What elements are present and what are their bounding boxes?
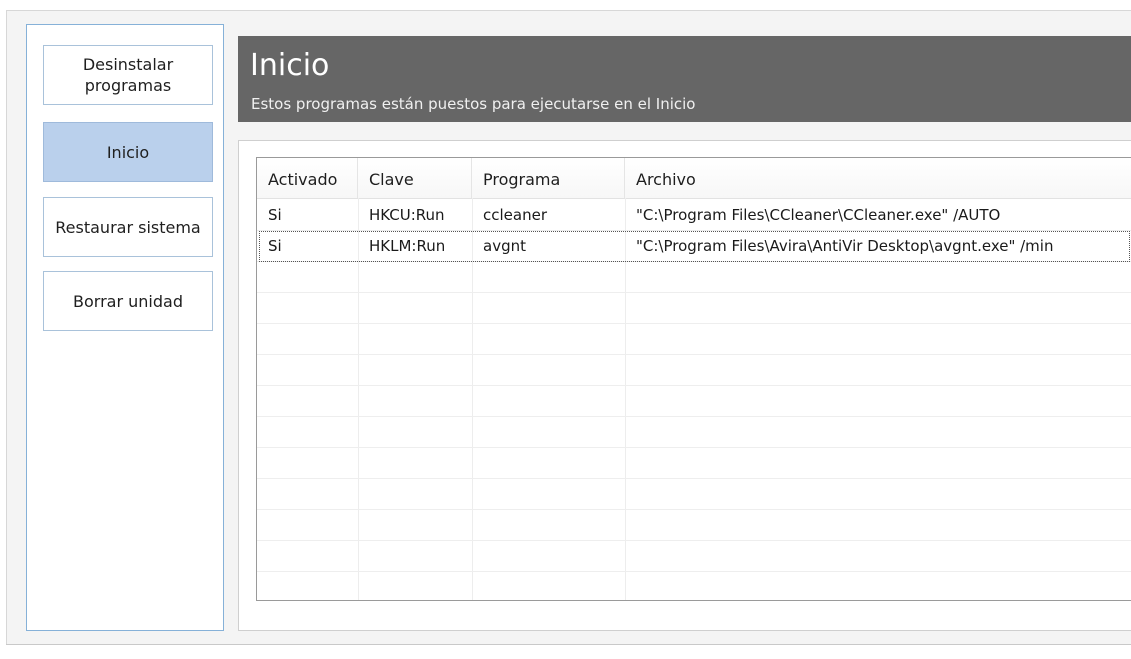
empty-row [257, 541, 1131, 572]
sidebar-item-label: Desinstalar programas [82, 55, 174, 95]
page-subtitle: Estos programas están puestos para ejecu… [251, 95, 696, 113]
sidebar-item-desinstalar-programas[interactable]: Desinstalar programas [43, 45, 213, 105]
cell-programa: avgnt [483, 237, 526, 255]
cell-activado: Si [268, 206, 282, 224]
empty-row [257, 572, 1131, 600]
empty-row [257, 386, 1131, 417]
sidebar-item-restaurar-sistema[interactable]: Restaurar sistema [43, 197, 213, 257]
empty-row [257, 510, 1131, 541]
empty-row [257, 324, 1131, 355]
sidebar: Desinstalar programas Inicio Restaurar s… [26, 24, 224, 631]
cell-clave: HKCU:Run [369, 206, 445, 224]
empty-row [257, 479, 1131, 510]
column-header-archivo[interactable]: Archivo [625, 158, 1131, 198]
column-header-programa[interactable]: Programa [472, 158, 625, 198]
cell-archivo: "C:\Program Files\Avira\AntiVir Desktop\… [636, 237, 1054, 255]
sidebar-item-label: Restaurar sistema [55, 217, 201, 237]
cell-clave: HKLM:Run [369, 237, 446, 255]
empty-row [257, 448, 1131, 479]
table-row[interactable]: Si HKCU:Run ccleaner "C:\Program Files\C… [257, 200, 1131, 231]
sidebar-item-inicio[interactable]: Inicio [43, 122, 213, 182]
cell-programa: ccleaner [483, 206, 547, 224]
cell-archivo: "C:\Program Files\CCleaner\CCleaner.exe"… [636, 206, 1001, 224]
list-header: Activado Clave Programa Archivo [257, 158, 1131, 199]
startup-programs-list[interactable]: Activado Clave Programa Archivo Si HKCU:… [256, 157, 1131, 601]
table-row[interactable]: Si HKLM:Run avgnt "C:\Program Files\Avir… [257, 231, 1131, 262]
column-header-activado[interactable]: Activado [257, 158, 358, 198]
empty-row [257, 262, 1131, 293]
window-bottom-divider [6, 644, 1131, 645]
empty-row [257, 417, 1131, 448]
page-header: Inicio Estos programas están puestos par… [238, 36, 1131, 122]
empty-row [257, 293, 1131, 324]
page-title: Inicio [250, 48, 330, 83]
column-header-clave[interactable]: Clave [358, 158, 472, 198]
empty-row [257, 355, 1131, 386]
cell-activado: Si [268, 237, 282, 255]
sidebar-item-label: Inicio [106, 142, 150, 162]
sidebar-item-label: Borrar unidad [73, 291, 183, 311]
sidebar-item-borrar-unidad[interactable]: Borrar unidad [43, 271, 213, 331]
